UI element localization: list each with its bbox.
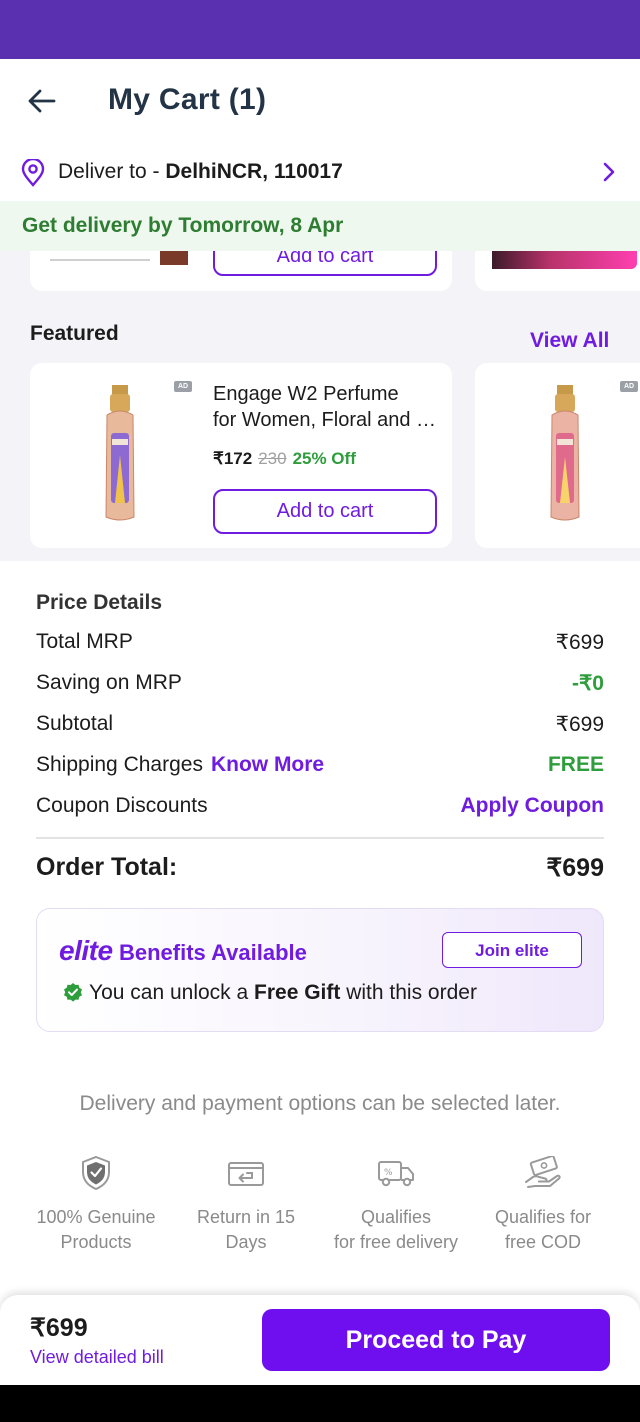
gift-text-post: with this order: [340, 981, 477, 1004]
proceed-to-pay-button[interactable]: Proceed to Pay: [262, 1309, 610, 1371]
arrow-left-icon: [28, 89, 56, 113]
previous-product-card: [475, 251, 640, 291]
product-image: [160, 251, 188, 265]
featured-title: Featured: [30, 322, 119, 345]
shield-check-icon: [82, 1155, 110, 1191]
delivery-date-banner: Get delivery by Tomorrow, 8 Apr: [0, 201, 640, 251]
row-value: -₹0: [571, 672, 604, 695]
perfume-bottle-image: [550, 385, 580, 521]
svg-text:%: %: [384, 1168, 393, 1178]
system-nav-bar: [0, 1385, 640, 1422]
order-total-value: ₹699: [546, 854, 604, 882]
gift-text-pre: You can unlock a: [89, 981, 255, 1004]
product-mrp: 230: [258, 449, 287, 468]
total-mrp-row: Total MRP ₹699: [36, 630, 604, 660]
product-name-line2: for Women, Floral and F...: [213, 409, 438, 431]
deliver-to-text: Deliver to - DelhiNCR, 110017: [58, 160, 343, 184]
row-label: Saving on MRP: [36, 671, 182, 694]
product-discount: 25% Off: [292, 449, 356, 468]
join-elite-button[interactable]: Join elite: [442, 932, 582, 968]
subtotal-row: Subtotal ₹699: [36, 712, 604, 742]
return-icon: [228, 1162, 264, 1186]
perfume-bottle-image: [105, 385, 135, 521]
free-gift-message: You can unlock a Free Gift with this ord…: [63, 981, 477, 1005]
feature-text: Qualifies for free COD: [468, 1205, 618, 1255]
elite-benefits-title: Benefits Available: [119, 940, 307, 965]
feature-text: Qualifies for free delivery: [321, 1205, 471, 1255]
order-total-label: Order Total:: [36, 853, 178, 881]
shipping-charges-row: Shipping Charges Know More FREE: [36, 753, 604, 783]
header: My Cart (1): [0, 59, 640, 143]
page-title: My Cart (1): [108, 83, 267, 116]
row-value: ₹699: [555, 713, 604, 736]
feature-cod: Qualifies for free COD: [468, 1153, 618, 1255]
elite-logo: elite: [59, 935, 113, 966]
product-price: ₹172: [213, 449, 253, 468]
coupon-discounts-row: Coupon Discounts Apply Coupon: [36, 794, 604, 824]
product-thumbnail: [50, 259, 150, 261]
price-details-title: Price Details: [36, 591, 163, 614]
featured-product-card[interactable]: AD Engage W2 Perfume for Women, Floral a…: [30, 363, 452, 548]
check-badge-icon: [64, 983, 82, 1002]
feature-line2: for free delivery: [333, 1232, 459, 1252]
feature-line2: Days: [225, 1232, 267, 1252]
add-to-cart-button[interactable]: Add to cart: [213, 251, 437, 276]
recommendations-area: Add to cart Featured View All AD Engage …: [0, 251, 640, 561]
feature-line1: 100% Genuine: [36, 1207, 156, 1227]
checkout-bar: ₹699 View detailed bill Proceed to Pay: [0, 1295, 640, 1385]
feature-return: Return in 15 Days: [171, 1153, 321, 1255]
saving-on-mrp-row: Saving on MRP -₹0: [36, 671, 604, 701]
cart-total: ₹699: [30, 1314, 88, 1342]
view-all-link[interactable]: View All: [530, 329, 609, 353]
feature-free-delivery: % Qualifies for free delivery: [321, 1153, 471, 1255]
cash-hand-icon: [525, 1156, 561, 1188]
chevron-right-icon: [603, 162, 615, 182]
options-later-note: Delivery and payment options can be sele…: [79, 1092, 561, 1115]
status-bar: [0, 0, 640, 59]
row-value: ₹699: [555, 631, 604, 654]
view-detailed-bill-link[interactable]: View detailed bill: [30, 1347, 164, 1368]
ad-badge: AD: [174, 381, 192, 392]
gift-text-bold: Free Gift: [254, 981, 341, 1004]
elite-benefits-box: elite Benefits Available Join elite You …: [36, 908, 604, 1032]
feature-line2: Products: [60, 1232, 132, 1252]
feature-line2: free COD: [504, 1232, 582, 1252]
feature-text: Return in 15 Days: [171, 1205, 321, 1255]
ad-badge: AD: [620, 381, 638, 392]
feature-line1: Qualifies for: [494, 1207, 592, 1227]
product-name-line1: Engage W2 Perfume: [213, 383, 399, 405]
row-label: Total MRP: [36, 630, 133, 653]
product-image: [492, 251, 637, 269]
feature-text: 100% Genuine Products: [21, 1205, 171, 1255]
deliver-prefix: Deliver to -: [58, 160, 166, 183]
row-value: FREE: [547, 753, 604, 776]
product-price-row: ₹172 230 25% Off: [213, 449, 356, 469]
featured-product-card[interactable]: AD: [475, 363, 640, 548]
back-button[interactable]: [22, 81, 62, 121]
row-label: Subtotal: [36, 712, 114, 735]
trust-features: 100% Genuine Products Return in 15 Days: [0, 1153, 640, 1263]
feature-line1: Return in 15: [196, 1207, 296, 1227]
delivery-location: DelhiNCR, 110017: [165, 160, 343, 183]
row-label: Shipping Charges Know More: [36, 753, 324, 777]
feature-line1: Qualifies: [360, 1207, 432, 1227]
apply-coupon-link[interactable]: Apply Coupon: [461, 794, 604, 818]
row-label: Coupon Discounts: [36, 794, 208, 817]
previous-product-card: Add to cart: [30, 251, 452, 291]
location-pin-icon: [21, 159, 45, 187]
product-name: Engage W2 Perfume for Women, Floral and …: [213, 381, 438, 433]
feature-genuine: 100% Genuine Products: [21, 1153, 171, 1255]
deliver-to-row[interactable]: Deliver to - DelhiNCR, 110017: [0, 143, 640, 201]
order-total-row: Order Total: ₹699: [36, 853, 604, 882]
shipping-label: Shipping Charges: [36, 753, 203, 776]
know-more-link[interactable]: Know More: [211, 753, 324, 776]
delivery-truck-icon: %: [378, 1161, 414, 1187]
delivery-date-text: Get delivery by Tomorrow, 8 Apr: [22, 214, 344, 237]
add-to-cart-button[interactable]: Add to cart: [213, 489, 437, 534]
divider: [36, 837, 604, 839]
